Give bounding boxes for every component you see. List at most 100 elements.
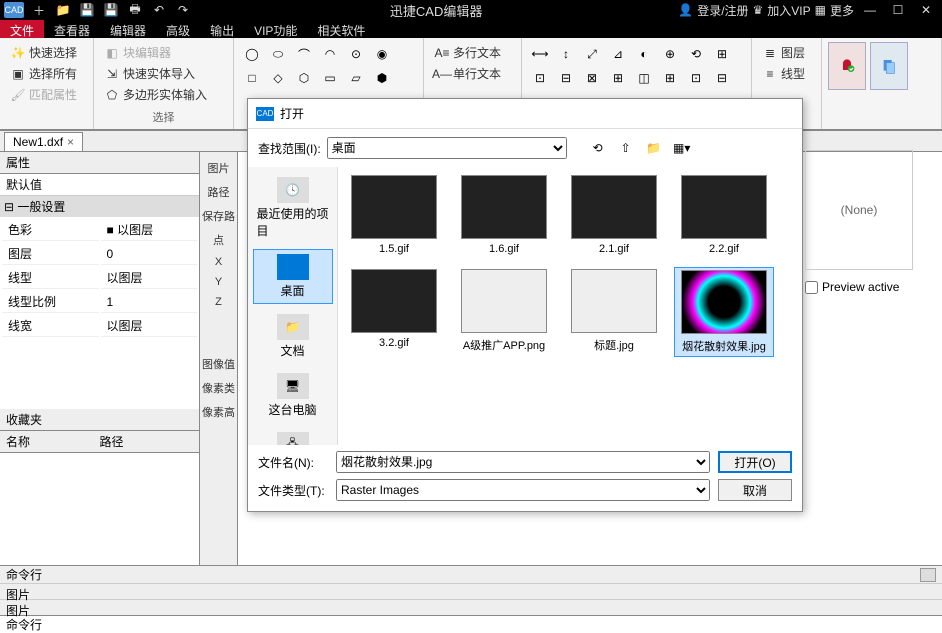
up-icon[interactable]: ⇧ <box>615 137 637 159</box>
dim-tool-9[interactable]: ⊡ <box>528 66 552 90</box>
ribbon-big-2[interactable] <box>870 42 908 90</box>
place-desktop[interactable]: 桌面 <box>253 249 333 304</box>
menu-vip[interactable]: VIP功能 <box>244 20 307 38</box>
dim-tool-10[interactable]: ⊟ <box>554 66 578 90</box>
lookup-select[interactable]: 桌面 <box>327 137 567 159</box>
doc-tab[interactable]: New1.dxf × <box>4 132 83 151</box>
place-recent[interactable]: 🕓最近使用的项目 <box>253 173 333 243</box>
dim-tool-15[interactable]: ⊡ <box>684 66 708 90</box>
more-link[interactable]: 更多 <box>830 2 854 19</box>
draw-tool-11[interactable]: ▱ <box>344 66 368 90</box>
ribbon-big-1[interactable] <box>828 42 866 90</box>
place-docs[interactable]: 📁文档 <box>253 310 333 363</box>
file-item[interactable]: 1.6.gif <box>454 173 554 257</box>
singleline-text-button[interactable]: A—单行文本 <box>430 63 515 84</box>
minimize-button[interactable]: — <box>858 1 882 19</box>
open-icon[interactable]: 📁 <box>52 1 74 19</box>
file-item-selected[interactable]: 烟花散射效果.jpg <box>674 267 774 357</box>
match-attr-button: 🖌匹配属性 <box>6 84 87 105</box>
close-button[interactable]: ✕ <box>914 1 938 19</box>
file-item[interactable]: 2.2.gif <box>674 173 774 257</box>
draw-tool-3[interactable]: ⌒ <box>292 42 316 66</box>
fav-columns: 名称路径 <box>0 431 199 453</box>
dim-tool-3[interactable]: ⤢ <box>580 42 604 66</box>
file-item[interactable]: 1.5.gif <box>344 173 444 257</box>
login-link[interactable]: 登录/注册 <box>697 2 748 19</box>
save-icon[interactable]: 💾 <box>76 1 98 19</box>
multiline-text-button[interactable]: A≡多行文本 <box>430 42 515 63</box>
file-item[interactable]: A级推广APP.png <box>454 267 554 357</box>
file-item[interactable]: 3.2.gif <box>344 267 444 357</box>
dim-tool-1[interactable]: ⟷ <box>528 42 552 66</box>
image-bar-1: 图片 <box>0 583 942 599</box>
draw-tool-5[interactable]: ⊙ <box>344 42 368 66</box>
dim-tool-14[interactable]: ⊞ <box>658 66 682 90</box>
cmd-dropdown-icon[interactable] <box>920 568 936 582</box>
close-tab-icon[interactable]: × <box>67 135 74 149</box>
file-list[interactable]: 1.5.gif 1.6.gif 2.1.gif 2.2.gif 3.2.gif … <box>338 167 802 445</box>
draw-tool-9[interactable]: ⬡ <box>292 66 316 90</box>
saveall-icon[interactable]: 💾 <box>100 1 122 19</box>
vip-link[interactable]: 加入VIP <box>767 2 810 19</box>
polygon-input-button[interactable]: ⬠多边形实体输入 <box>100 84 227 105</box>
draw-tool-4[interactable]: ◠ <box>318 42 342 66</box>
draw-tool-10[interactable]: ▭ <box>318 66 342 90</box>
draw-tool-1[interactable]: ◯ <box>240 42 264 66</box>
dialog-title: 打开 <box>280 105 304 122</box>
linetype-button[interactable]: ≡线型 <box>758 63 815 84</box>
brush-icon: 🖌 <box>10 87 26 103</box>
dim-tool-2[interactable]: ↕ <box>554 42 578 66</box>
strip-pxsum: 像素类 <box>200 376 237 400</box>
undo-icon[interactable]: ↶ <box>148 1 170 19</box>
file-item[interactable]: 2.1.gif <box>564 173 664 257</box>
quick-select-button[interactable]: ✨快速选择 <box>6 42 87 63</box>
dim-tool-12[interactable]: ⊞ <box>606 66 630 90</box>
menu-related[interactable]: 相关软件 <box>307 20 375 38</box>
quick-entity-import-button[interactable]: ⇲快速实体导入 <box>100 63 227 84</box>
default-value: 默认值 <box>0 174 199 196</box>
maximize-button[interactable]: ☐ <box>886 1 910 19</box>
draw-tool-2[interactable]: ⬭ <box>266 42 290 66</box>
dim-tool-6[interactable]: ⊕ <box>658 42 682 66</box>
dim-tool-7[interactable]: ⟲ <box>684 42 708 66</box>
command-input[interactable]: 命令行 <box>0 615 942 633</box>
draw-tool-12[interactable]: ⬢ <box>370 66 394 90</box>
menu-file[interactable]: 文件 <box>0 20 44 38</box>
dim-tool-16[interactable]: ⊟ <box>710 66 734 90</box>
layer-button[interactable]: ≣图层 <box>758 42 815 63</box>
redo-icon[interactable]: ↷ <box>172 1 194 19</box>
user-icon[interactable]: 👤 <box>678 3 693 17</box>
draw-tool-6[interactable]: ◉ <box>370 42 394 66</box>
filename-input[interactable]: 烟花散射效果.jpg <box>336 451 710 473</box>
dim-tool-11[interactable]: ⊠ <box>580 66 604 90</box>
new-folder-icon[interactable]: 📁 <box>643 137 665 159</box>
menu-viewer[interactable]: 查看器 <box>44 20 100 38</box>
draw-tool-7[interactable]: □ <box>240 66 264 90</box>
back-icon[interactable]: ⟲ <box>587 137 609 159</box>
filetype-select[interactable]: Raster Images <box>336 479 710 501</box>
draw-tool-8[interactable]: ◇ <box>266 66 290 90</box>
dim-tool-13[interactable]: ◫ <box>632 66 656 90</box>
dim-tool-5[interactable]: ◐ <box>632 42 656 66</box>
titlebar: CAD ＋ 📁 💾 💾 🖶 ↶ ↷ 迅捷CAD编辑器 👤 登录/注册 ♛ 加入V… <box>0 0 942 20</box>
dim-tool-8[interactable]: ⊞ <box>710 42 734 66</box>
menu-advanced[interactable]: 高级 <box>156 20 200 38</box>
select-all-button[interactable]: ▣选择所有 <box>6 63 87 84</box>
strip-imgval: 图像值 <box>200 352 237 376</box>
new-icon[interactable]: ＋ <box>28 1 50 19</box>
place-network[interactable]: 🖧网络 <box>253 428 333 445</box>
open-button[interactable]: 打开(O) <box>718 451 792 473</box>
preview-checkbox-input[interactable] <box>805 281 818 294</box>
place-computer[interactable]: 🖥这台电脑 <box>253 369 333 422</box>
print-icon[interactable]: 🖶 <box>124 1 146 19</box>
more-icon[interactable]: ▦ <box>815 3 826 17</box>
cancel-button[interactable]: 取消 <box>718 479 792 501</box>
view-icon[interactable]: ▦▾ <box>671 137 693 159</box>
props-header: 属性 <box>0 152 199 174</box>
preview-active-checkbox[interactable]: Preview active <box>805 280 925 294</box>
menu-output[interactable]: 输出 <box>200 20 244 38</box>
file-item[interactable]: 标题.jpg <box>564 267 664 357</box>
dim-tool-4[interactable]: ⊿ <box>606 42 630 66</box>
general-settings-header[interactable]: ⊟ 一般设置 <box>0 196 199 217</box>
menu-editor[interactable]: 编辑器 <box>100 20 156 38</box>
